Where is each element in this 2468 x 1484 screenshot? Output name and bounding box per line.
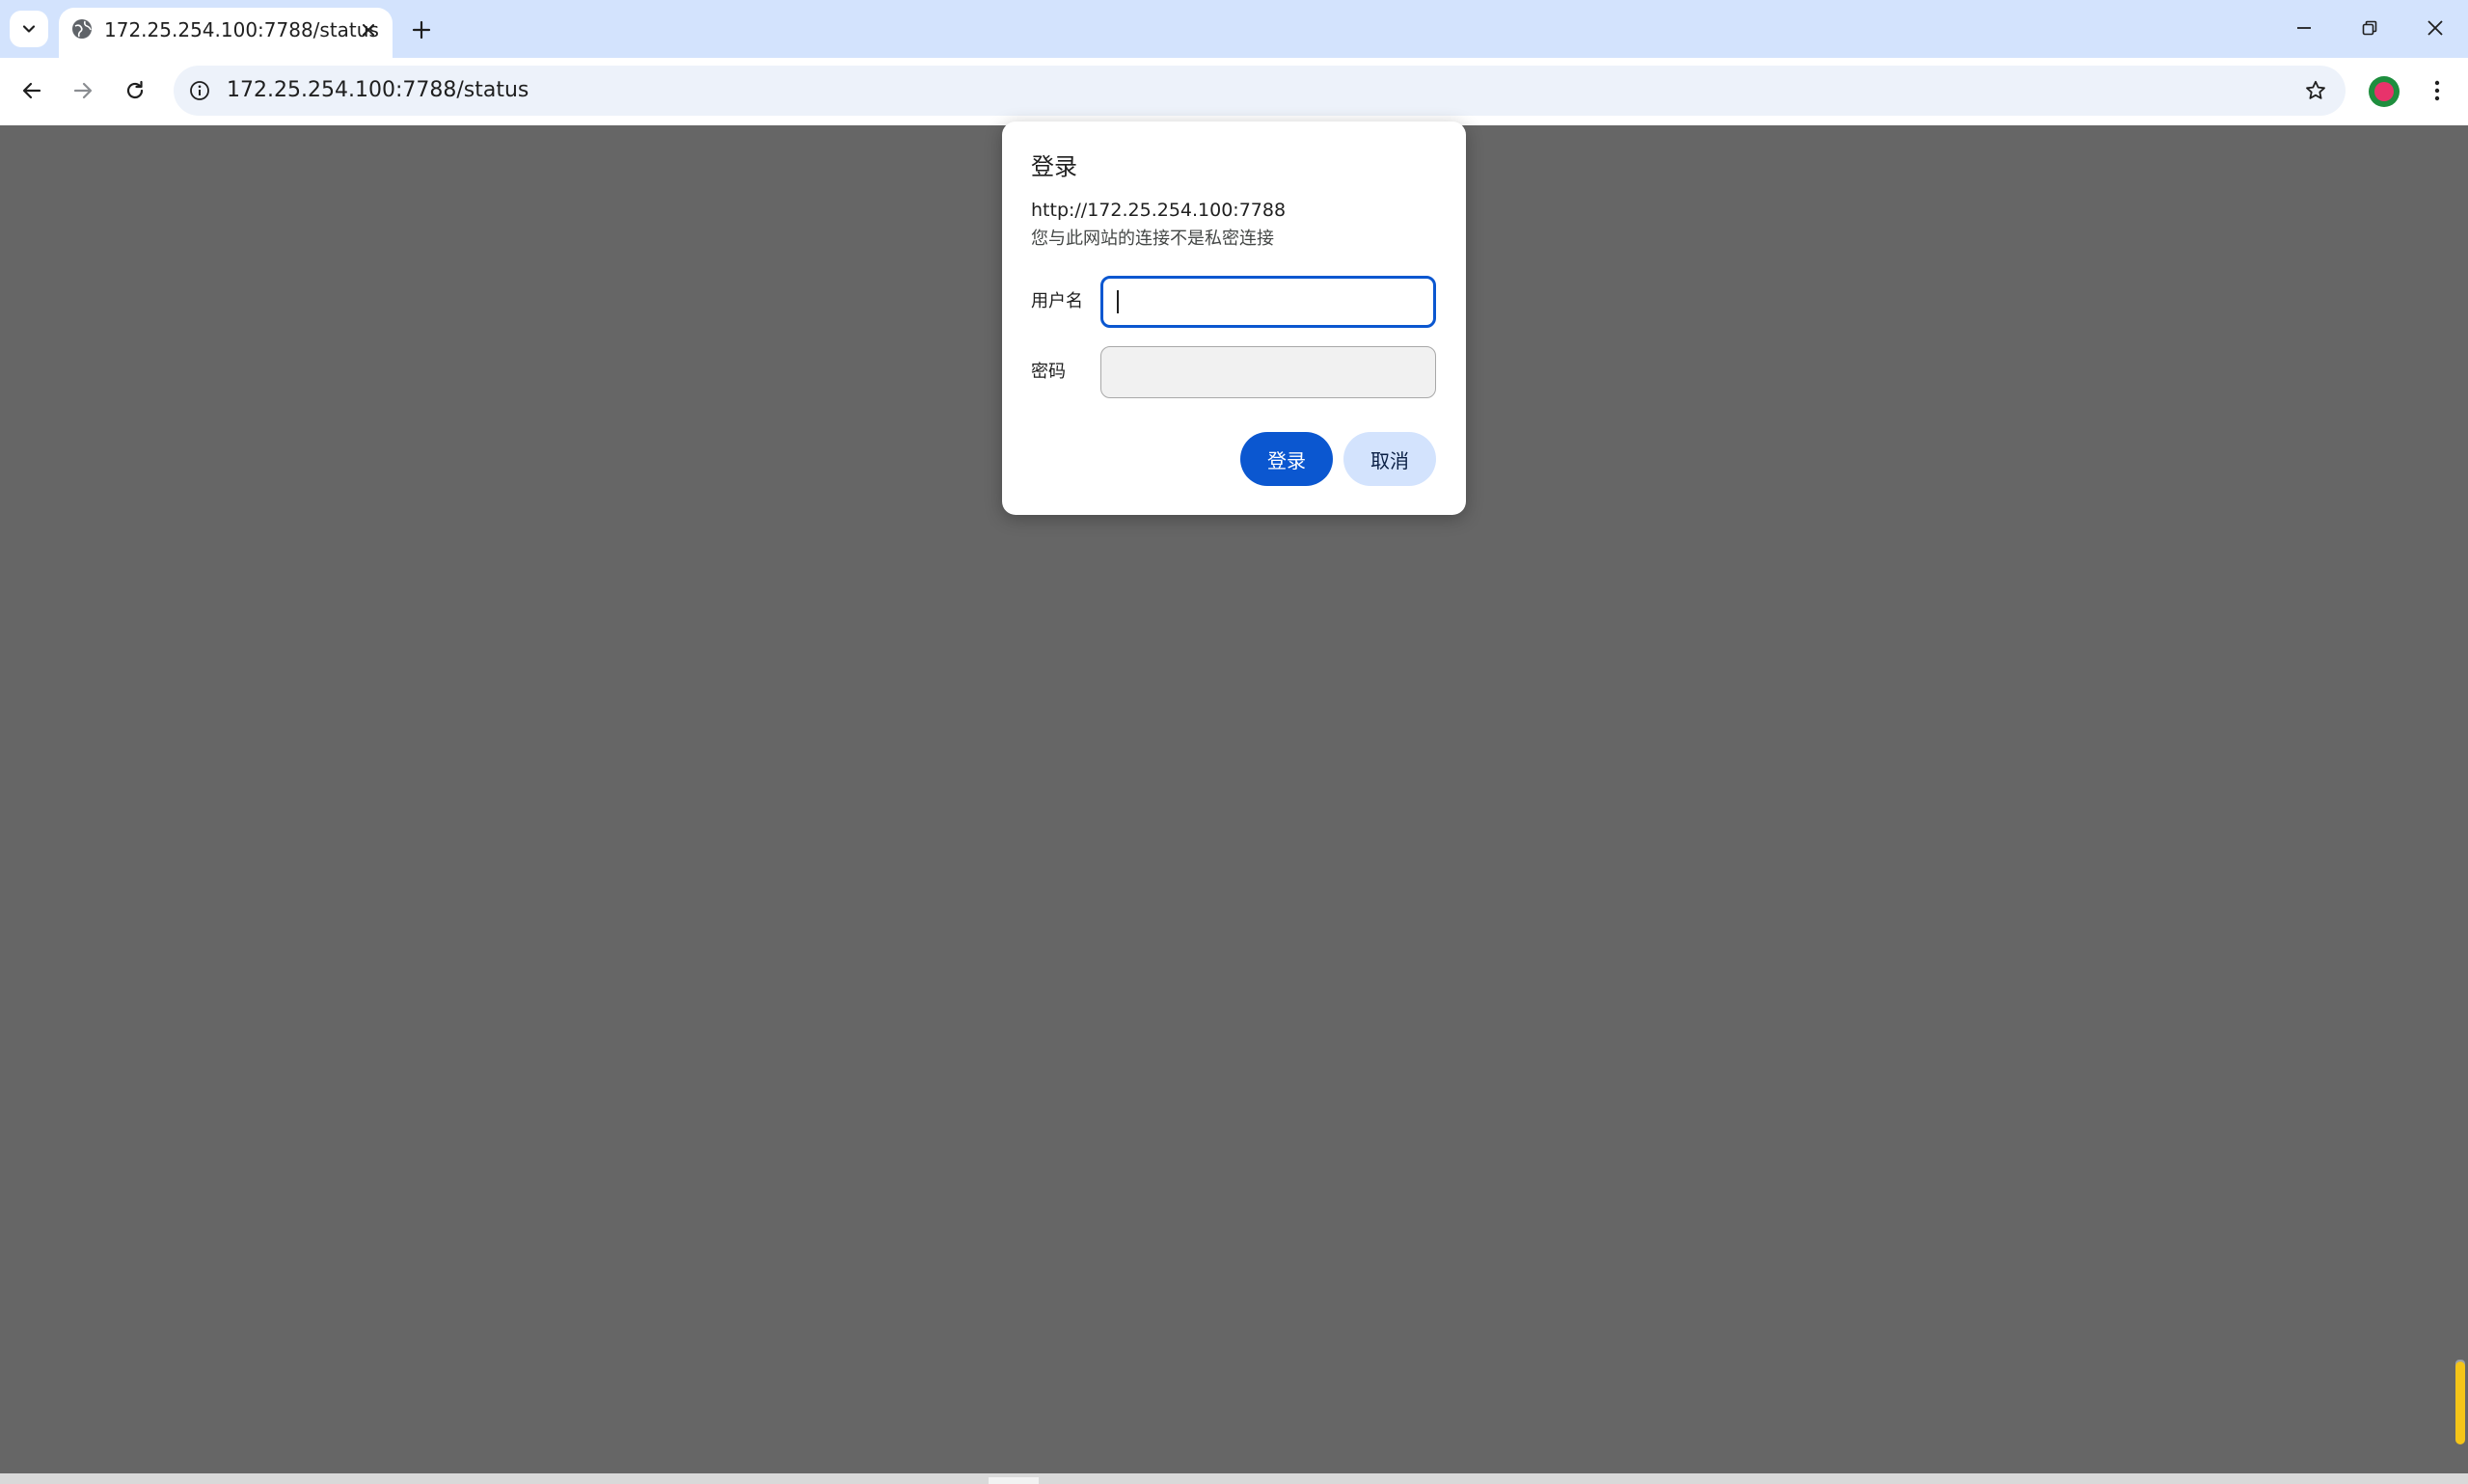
reload-icon — [126, 80, 144, 99]
browser-window: 172.25.254.100:7788/status 172.25.254.10… — [0, 0, 2468, 1484]
extension-icon-dot — [2374, 82, 2394, 101]
login-dialog: 登录 http://172.25.254.100:7788 您与此网站的连接不是… — [1002, 121, 1466, 515]
info-icon — [190, 81, 209, 100]
back-button[interactable] — [13, 71, 51, 110]
dialog-origin: http://172.25.254.100:7788 — [1031, 200, 1287, 221]
address-bar[interactable]: 172.25.254.100:7788/status — [174, 66, 2346, 116]
tab-search-button[interactable] — [10, 11, 48, 47]
star-icon — [2306, 80, 2325, 99]
bottom-bar — [0, 1473, 2468, 1484]
username-input[interactable] — [1100, 276, 1436, 328]
side-scroll-indicator[interactable] — [2455, 1362, 2465, 1444]
plus-icon — [412, 20, 431, 40]
password-label: 密码 — [1031, 362, 1066, 382]
site-info-button[interactable] — [187, 78, 212, 103]
minimize-icon — [2297, 27, 2311, 29]
close-icon — [2427, 20, 2443, 36]
reload-button[interactable] — [116, 71, 154, 110]
tab-close-button[interactable] — [354, 15, 383, 44]
tab-title: 172.25.254.100:7788/status — [104, 18, 379, 41]
text-caret — [1117, 290, 1119, 313]
toolbar: 172.25.254.100:7788/status — [0, 58, 2468, 125]
username-label: 用户名 — [1031, 291, 1083, 311]
forward-button[interactable] — [64, 71, 102, 110]
chevron-down-icon — [22, 25, 36, 33]
bookmark-button[interactable] — [2301, 76, 2330, 105]
dialog-title: 登录 — [1031, 153, 1077, 180]
bottom-bar-handle[interactable] — [989, 1477, 1039, 1484]
globe-icon — [70, 17, 94, 40]
active-tab[interactable]: 172.25.254.100:7788/status — [59, 8, 393, 58]
dialog-warning: 您与此网站的连接不是私密连接 — [1031, 229, 1274, 249]
restore-button[interactable] — [2336, 0, 2403, 56]
restore-icon — [2362, 20, 2377, 36]
login-button[interactable]: 登录 — [1240, 432, 1333, 486]
forward-arrow-icon — [73, 82, 93, 99]
browser-menu-button[interactable] — [2423, 71, 2452, 110]
close-window-button[interactable] — [2401, 0, 2468, 56]
url-text[interactable]: 172.25.254.100:7788/status — [227, 78, 529, 103]
kebab-menu-icon — [2434, 80, 2440, 101]
tab-strip: 172.25.254.100:7788/status — [0, 0, 2468, 58]
close-icon — [363, 24, 374, 36]
extension-icon[interactable] — [2369, 76, 2400, 107]
new-tab-button[interactable] — [405, 13, 438, 46]
minimize-button[interactable] — [2270, 0, 2338, 56]
cancel-button[interactable]: 取消 — [1343, 432, 1436, 486]
password-input[interactable] — [1100, 346, 1436, 398]
back-arrow-icon — [22, 82, 41, 99]
